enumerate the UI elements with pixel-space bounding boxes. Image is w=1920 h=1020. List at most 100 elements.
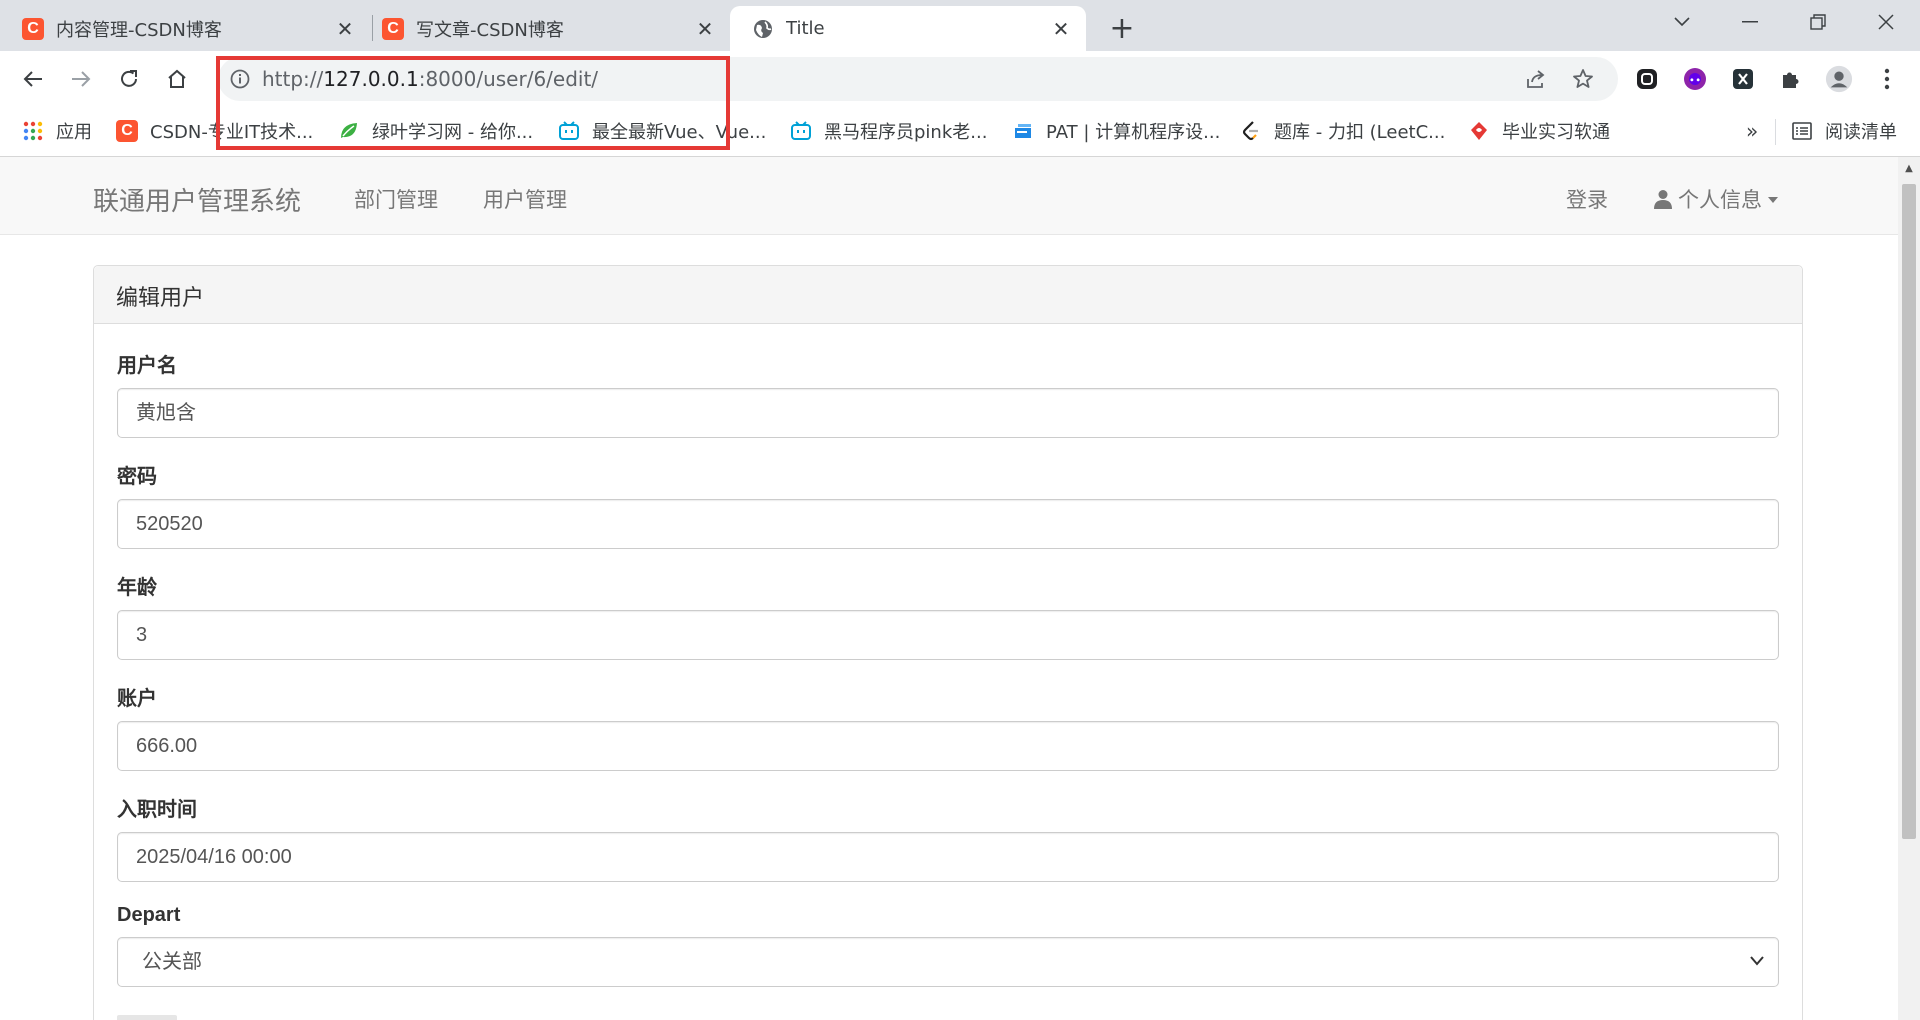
bookmark-label: PAT | 计算机程序设... xyxy=(1046,122,1221,143)
extension-purple-icon[interactable]: ∙∙ xyxy=(1681,65,1709,93)
bookmarks-bar: 应用 C CSDN-专业IT技术... 绿叶学习网 - 给你... 最全最新Vu… xyxy=(0,107,1920,157)
user-icon xyxy=(1654,190,1672,209)
panel-heading: 编辑用户 xyxy=(94,266,1802,324)
leaf-icon xyxy=(341,123,357,138)
home-button[interactable] xyxy=(158,60,196,98)
bookmark-label: 阅读清单 xyxy=(1825,122,1897,143)
reading-list-button[interactable]: 阅读清单 xyxy=(1791,117,1897,145)
apps-grid-icon xyxy=(23,121,43,141)
field-create-time: 入职时间 2025/04/16 00:00 xyxy=(117,793,1779,882)
csdn-icon: C xyxy=(22,17,44,40)
tab-search-button[interactable] xyxy=(1648,0,1716,44)
share-icon[interactable] xyxy=(1524,67,1548,91)
reading-list-icon xyxy=(1792,122,1812,140)
bookmark-label: 毕业实习软通 xyxy=(1502,122,1610,143)
field-label: 年龄 xyxy=(117,577,157,599)
leetcode-icon xyxy=(1242,121,1258,141)
nav-users[interactable]: 用户管理 xyxy=(483,184,567,214)
bilibili-icon xyxy=(559,121,579,140)
extension-link-icon[interactable] xyxy=(1633,65,1661,93)
extension-x-icon[interactable] xyxy=(1729,65,1757,93)
field-label: Depart xyxy=(117,904,181,926)
bookmark-label: 绿叶学习网 - 给你... xyxy=(372,122,534,143)
bookmark-lvye[interactable]: 绿叶学习网 - 给你... xyxy=(338,117,533,145)
svg-text:∙∙: ∙∙ xyxy=(1689,75,1702,86)
tab-write-article[interactable]: C 写文章-CSDN博客 ✕ xyxy=(360,6,730,51)
field-next-partial xyxy=(117,1015,1779,1020)
field-age: 年龄 3 xyxy=(117,571,1779,660)
bookmark-leetcode[interactable]: 题库 - 力扣 (LeetC... xyxy=(1240,117,1445,145)
reload-button[interactable] xyxy=(110,60,148,98)
create-time-input[interactable]: 2025/04/16 00:00 xyxy=(117,832,1779,882)
field-label: 用户名 xyxy=(117,355,177,377)
pat-icon xyxy=(1015,124,1031,138)
password-input[interactable]: 520520 xyxy=(117,499,1779,549)
nav-profile-dropdown[interactable]: 个人信息 xyxy=(1654,184,1778,214)
profile-label: 个人信息 xyxy=(1678,188,1762,212)
site-navbar: 联通用户管理系统 部门管理 用户管理 登录 个人信息 xyxy=(0,157,1898,235)
bookmark-internship[interactable]: 毕业实习软通 xyxy=(1468,117,1610,145)
extensions-puzzle-icon[interactable] xyxy=(1777,65,1805,93)
bilibili-icon xyxy=(791,121,811,140)
bookmark-label: 题库 - 力扣 (LeetC... xyxy=(1274,122,1446,143)
new-tab-button[interactable]: + xyxy=(1104,10,1140,46)
bookmark-apps[interactable]: 应用 xyxy=(22,117,92,145)
tab-title-active[interactable]: Title ✕ xyxy=(730,6,1086,51)
profile-avatar-icon[interactable] xyxy=(1825,65,1853,93)
close-window-button[interactable] xyxy=(1852,0,1920,44)
username-input[interactable]: 黄旭含 xyxy=(117,388,1779,438)
tab-title: 内容管理-CSDN博客 xyxy=(56,19,222,41)
minimize-button[interactable] xyxy=(1716,0,1784,44)
tab-title: Title xyxy=(786,18,825,39)
bookmark-csdn[interactable]: C CSDN-专业IT技术... xyxy=(116,117,313,145)
bookmark-label: CSDN-专业IT技术... xyxy=(150,122,314,143)
back-button[interactable] xyxy=(14,60,52,98)
restore-button[interactable] xyxy=(1784,0,1852,44)
bookmark-heima[interactable]: 黑马程序员pink老... xyxy=(790,117,987,145)
scroll-up-arrow-icon[interactable]: ▲ xyxy=(1898,157,1920,179)
account-input[interactable]: 666.00 xyxy=(117,721,1779,771)
bookmarks-divider xyxy=(1775,119,1776,145)
field-username: 用户名 黄旭含 xyxy=(117,349,1779,438)
field-account: 账户 666.00 xyxy=(117,682,1779,771)
globe-icon xyxy=(754,19,772,38)
field-label: 账户 xyxy=(117,688,157,710)
field-label: 密码 xyxy=(117,466,157,488)
forward-button[interactable] xyxy=(62,60,100,98)
scrollbar-thumb[interactable] xyxy=(1902,184,1916,839)
bookmark-label: 黑马程序员pink老... xyxy=(824,122,988,143)
bookmark-pat[interactable]: PAT | 计算机程序设... xyxy=(1012,117,1220,145)
page-viewport: 联通用户管理系统 部门管理 用户管理 登录 个人信息 编辑用户 用户名 黄旭含 … xyxy=(0,157,1898,1020)
close-icon[interactable]: ✕ xyxy=(692,16,718,42)
age-input[interactable]: 3 xyxy=(117,610,1779,660)
field-depart: Depart 公关部 xyxy=(117,904,1779,987)
nav-department[interactable]: 部门管理 xyxy=(354,184,438,214)
page-scrollbar[interactable]: ▲ xyxy=(1898,157,1920,1020)
close-icon[interactable]: ✕ xyxy=(332,16,358,42)
depart-select[interactable]: 公关部 xyxy=(117,937,1779,987)
bookmark-label: 最全最新Vue、Vue... xyxy=(592,122,767,143)
cut-off-label xyxy=(117,1015,177,1020)
tab-title: 写文章-CSDN博客 xyxy=(416,19,564,41)
caret-down-icon xyxy=(1768,197,1778,203)
depart-selected-value: 公关部 xyxy=(142,951,202,973)
address-bar[interactable]: http://127.0.0.1:8000/user/6/edit/ xyxy=(218,57,1618,101)
site-brand[interactable]: 联通用户管理系统 xyxy=(93,181,301,218)
nav-login[interactable]: 登录 xyxy=(1566,184,1608,214)
bookmarks-overflow-button[interactable]: » xyxy=(1746,117,1758,145)
field-label: 入职时间 xyxy=(117,799,197,821)
csdn-icon: C xyxy=(116,120,138,142)
chevron-down-icon xyxy=(1750,956,1764,966)
menu-kebab-icon[interactable] xyxy=(1873,65,1901,93)
url-text[interactable]: http://127.0.0.1:8000/user/6/edit/ xyxy=(262,67,598,91)
star-icon[interactable] xyxy=(1571,67,1595,91)
tab-content-management[interactable]: C 内容管理-CSDN博客 ✕ xyxy=(0,6,370,51)
close-icon[interactable]: ✕ xyxy=(1048,16,1074,42)
info-icon[interactable] xyxy=(228,67,252,91)
overflow-chevron: » xyxy=(1746,119,1759,143)
ruantong-icon xyxy=(1471,122,1487,140)
field-password: 密码 520520 xyxy=(117,460,1779,549)
browser-toolbar: http://127.0.0.1:8000/user/6/edit/ ∙∙ xyxy=(0,51,1920,107)
bookmark-vue[interactable]: 最全最新Vue、Vue... xyxy=(558,117,766,145)
edit-user-panel: 编辑用户 用户名 黄旭含 密码 520520 年龄 3 账户 666.00 入职… xyxy=(93,265,1803,1020)
